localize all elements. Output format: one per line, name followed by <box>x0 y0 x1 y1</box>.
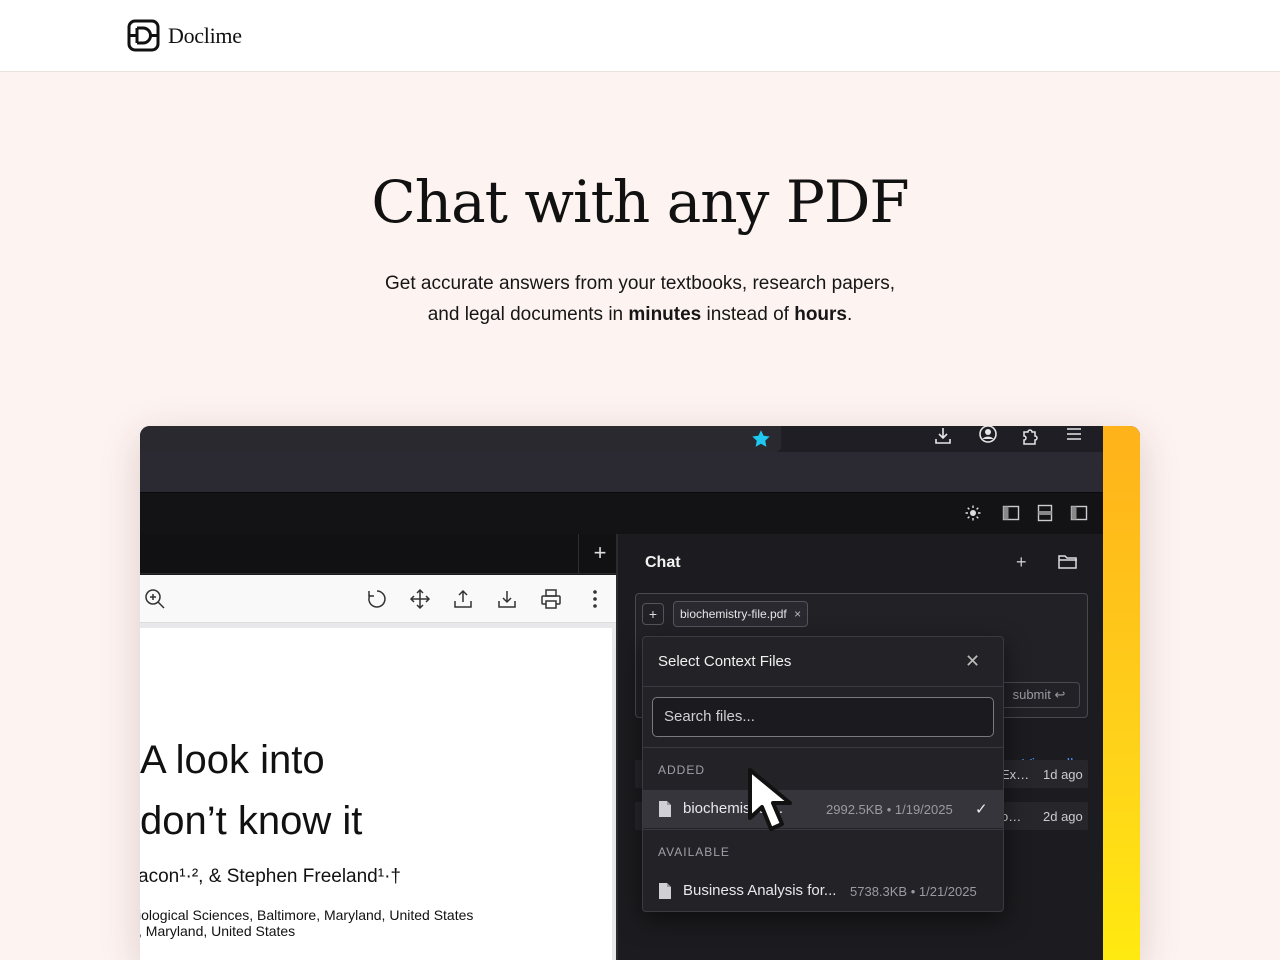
hero-subtitle-line2a: and legal documents in <box>427 304 629 325</box>
pdf-affiliation-line2: , Maryland, United States <box>140 923 296 939</box>
new-chat-button[interactable]: + <box>1016 552 1027 573</box>
brand-name: Doclime <box>168 22 242 48</box>
submit-button[interactable]: submit ↩ <box>998 682 1080 708</box>
hero-subtitle: Get accurate answers from your textbooks… <box>0 268 1280 330</box>
available-section-label: AVAILABLE <box>658 845 730 859</box>
hero-subtitle-line1: Get accurate answers from your textbooks… <box>384 273 896 294</box>
upload-icon[interactable] <box>451 587 475 611</box>
check-icon: ✓ <box>975 801 988 818</box>
folder-icon[interactable] <box>1057 551 1079 573</box>
file-meta: 2992.5KB • 1/19/2025 <box>826 802 953 817</box>
attached-file-chip[interactable]: biochemistry-file.pdf × <box>673 601 809 627</box>
menu-icon[interactable] <box>1064 426 1084 446</box>
top-nav: Doclime <box>0 0 1280 72</box>
attached-file-name: biochemistry-file.pdf <box>680 607 787 621</box>
pdf-heading-line2: don’t know it <box>140 799 363 843</box>
save-icon[interactable] <box>495 587 519 611</box>
sidebar-left-icon[interactable] <box>1002 504 1020 522</box>
print-icon[interactable] <box>539 587 563 611</box>
file-name: Business Analysis for... <box>683 882 837 899</box>
hero-subtitle-period: . <box>847 304 853 325</box>
zoom-in-icon[interactable] <box>143 587 167 611</box>
hero-title: Chat with any PDF <box>371 168 909 236</box>
recent-chat-title: o… <box>1001 809 1022 824</box>
divider <box>643 829 1003 830</box>
sun-icon[interactable] <box>964 504 982 522</box>
tab-separator <box>578 534 579 574</box>
url-bar[interactable] <box>140 426 781 452</box>
pdf-heading-line1: A look into <box>140 738 325 782</box>
divider <box>643 686 1003 687</box>
context-files-popover: Select Context Files ✕ Search files... A… <box>642 636 1004 912</box>
search-placeholder: Search files... <box>664 708 755 725</box>
recent-chat-time: 1d ago <box>1043 767 1083 782</box>
rotate-icon[interactable] <box>365 587 389 611</box>
star-icon[interactable] <box>750 428 772 450</box>
pdf-page: A look into don’t know it acon¹·², & Ste… <box>140 628 612 960</box>
popover-title: Select Context Files <box>658 653 792 670</box>
more-icon[interactable] <box>583 587 607 611</box>
hero-subtitle-hours: hours <box>794 304 847 325</box>
account-icon[interactable] <box>978 426 998 446</box>
cursor-icon <box>748 768 792 831</box>
close-icon[interactable]: ✕ <box>965 651 980 672</box>
divider <box>643 747 1003 748</box>
logo-mark-icon <box>127 19 160 52</box>
product-screenshot: + A look into don’t know it acon¹·², & S… <box>140 426 1140 960</box>
new-tab-button[interactable]: + <box>588 542 612 566</box>
file-meta: 5738.3KB • 1/21/2025 <box>850 884 977 899</box>
recent-chat-title: Ex… <box>1001 767 1030 782</box>
pdf-toolbar <box>140 575 616 623</box>
app-toolbar <box>140 492 1103 534</box>
pdf-affiliation-line1: iological Sciences, Baltimore, Maryland,… <box>140 907 474 923</box>
remove-file-button[interactable]: × <box>794 607 801 621</box>
accent-strip <box>1103 426 1140 960</box>
browser-toolbar <box>140 426 1103 452</box>
download-icon[interactable] <box>933 426 953 446</box>
recent-chat-time: 2d ago <box>1043 809 1083 824</box>
add-context-button[interactable]: + <box>642 603 664 625</box>
browser-tab-strip <box>140 452 1103 492</box>
pdf-viewer-pane: + A look into don’t know it acon¹·², & S… <box>140 534 618 960</box>
hero-subtitle-line2c: instead of <box>701 304 795 325</box>
sidebar-right-icon[interactable] <box>1070 504 1088 522</box>
added-section-label: ADDED <box>658 763 706 777</box>
move-icon[interactable] <box>408 587 432 611</box>
file-list-item[interactable]: biochemis le.... 2992.5KB • 1/19/2025 ✓ <box>643 790 1003 828</box>
file-list-item[interactable]: Business Analysis for... 5738.3KB • 1/21… <box>643 872 1003 910</box>
split-horizontal-icon[interactable] <box>1036 504 1054 522</box>
document-icon <box>659 883 671 899</box>
hero-subtitle-minutes: minutes <box>628 304 702 325</box>
chat-title: Chat <box>645 554 681 571</box>
document-icon <box>659 801 671 817</box>
extensions-icon[interactable] <box>1021 426 1041 446</box>
search-files-input[interactable]: Search files... <box>652 697 994 737</box>
brand-logo[interactable]: Doclime <box>127 19 242 52</box>
pdf-authors: acon¹·², & Stephen Freeland¹·† <box>140 866 401 887</box>
pdf-tab-bar: + <box>140 534 618 574</box>
